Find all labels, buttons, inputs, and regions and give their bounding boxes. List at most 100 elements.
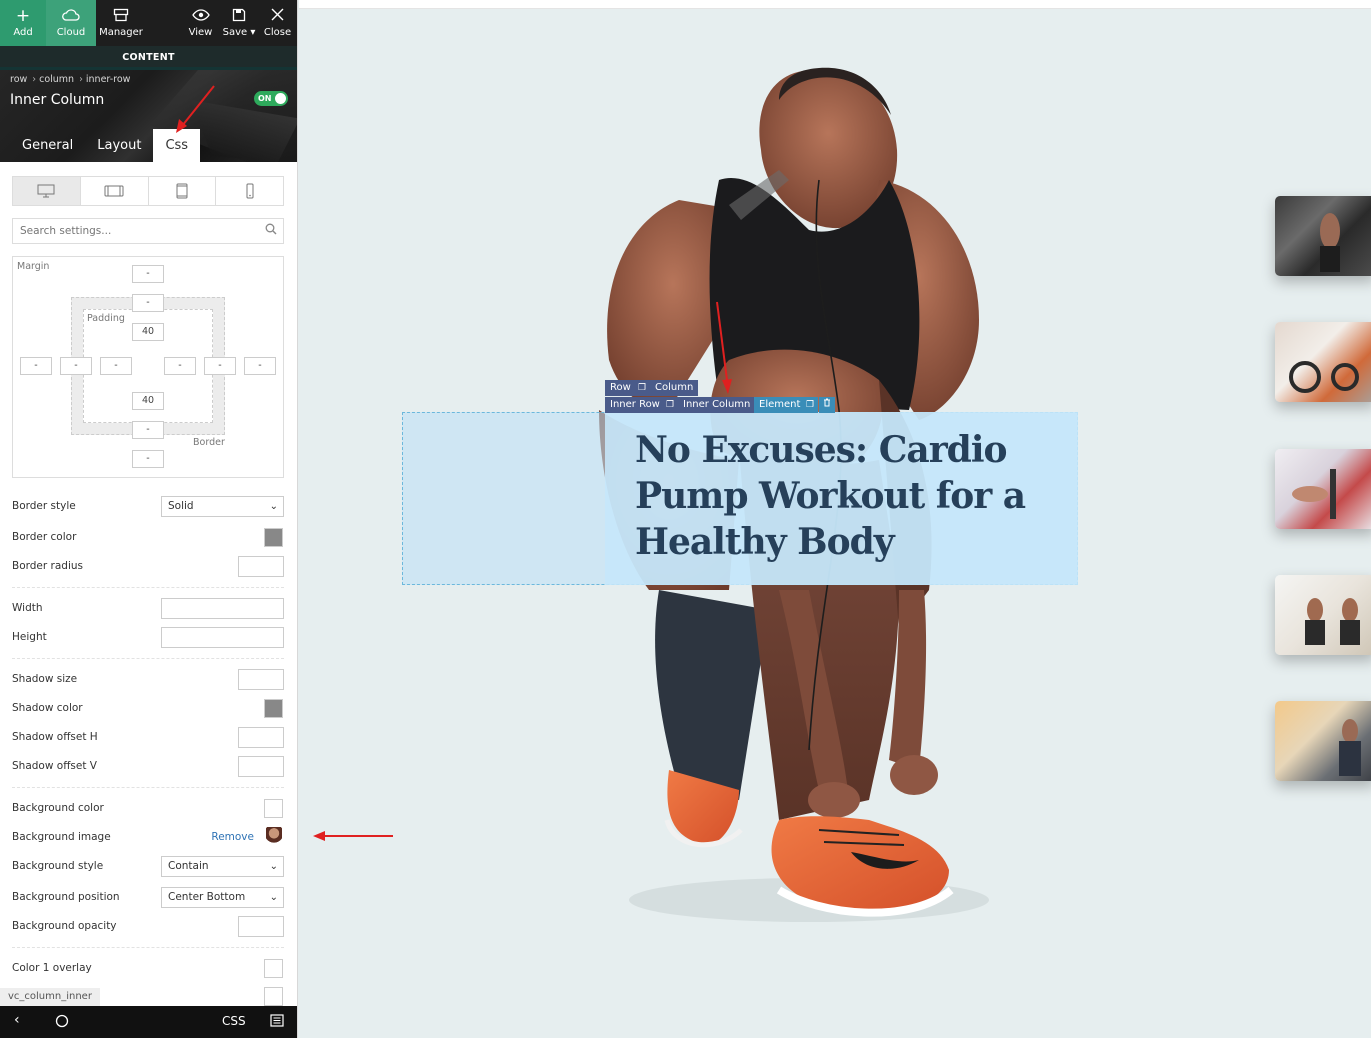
padding-label: Padding: [87, 313, 125, 324]
shadow-offset-h-input[interactable]: [238, 727, 284, 748]
border-style-label: Border style: [12, 500, 76, 512]
inner-row-control[interactable]: Inner Row: [605, 397, 665, 413]
copy-icon[interactable]: ❐: [662, 397, 678, 413]
background-image-label: Background image: [12, 831, 111, 843]
copy-icon[interactable]: ❐: [634, 380, 650, 396]
copy-icon[interactable]: ❐: [802, 397, 818, 413]
padding-right-input[interactable]: -: [164, 357, 196, 375]
tab-general[interactable]: General: [10, 129, 85, 162]
template-thumbnail-4[interactable]: [1275, 575, 1371, 655]
cloud-button[interactable]: Cloud: [46, 0, 96, 46]
remove-background-image-link[interactable]: Remove: [211, 831, 254, 843]
search-input[interactable]: [13, 219, 253, 243]
padding-top-input[interactable]: 40: [132, 323, 164, 341]
eye-icon: [191, 8, 210, 27]
template-thumbnail-5[interactable]: [1275, 701, 1371, 781]
shadow-color-label: Shadow color: [12, 702, 83, 714]
margin-top-input[interactable]: -: [132, 265, 164, 283]
border-top-input[interactable]: -: [132, 294, 164, 312]
template-thumbnail-2[interactable]: [1275, 322, 1371, 402]
border-style-select[interactable]: Solid ⌄: [161, 496, 284, 517]
desktop-device-button[interactable]: [13, 177, 81, 205]
tab-css[interactable]: Css: [153, 129, 201, 162]
add-label: Add: [13, 27, 33, 38]
divider: [12, 587, 284, 588]
color1-overlay-swatch[interactable]: [264, 959, 283, 978]
background-opacity-label: Background opacity: [12, 920, 117, 932]
css-settings: Margin Padding Border - - 40 - - - - - -…: [0, 162, 297, 1006]
element-class-tag: vc_column_inner: [0, 988, 100, 1006]
page-canvas: No Excuses: Cardio Pump Workout for a He…: [299, 0, 1371, 1038]
tablet-landscape-device-button[interactable]: [81, 177, 149, 205]
tab-layout[interactable]: Layout: [85, 129, 153, 162]
template-thumbnail-3[interactable]: [1275, 449, 1371, 529]
shadow-color-row: Shadow color: [12, 698, 284, 720]
trash-icon[interactable]: [819, 397, 835, 413]
close-label: Close: [263, 27, 292, 38]
padding-left-input[interactable]: -: [100, 357, 132, 375]
bottom-bar: ‹ CSS: [0, 1006, 297, 1038]
hero-heading[interactable]: No Excuses: Cardio Pump Workout for a He…: [635, 427, 1055, 565]
breadcrumb-row[interactable]: row: [10, 74, 27, 85]
tablet-portrait-device-button[interactable]: [149, 177, 217, 205]
css-button[interactable]: CSS: [222, 1014, 246, 1028]
background-color-swatch[interactable]: [264, 799, 283, 818]
chevron-down-icon: ⌄: [269, 861, 278, 872]
background-style-label: Background style: [12, 860, 104, 872]
breadcrumb-inner-row[interactable]: inner-row: [86, 74, 131, 85]
list-icon[interactable]: [270, 1014, 284, 1031]
width-input[interactable]: [161, 598, 284, 619]
border-color-swatch[interactable]: [264, 528, 283, 547]
margin-left-input[interactable]: -: [20, 357, 52, 375]
border-radius-row: Border radius: [12, 556, 284, 578]
divider: [12, 947, 284, 948]
manager-button[interactable]: Manager: [96, 0, 146, 46]
inner-column-control[interactable]: Inner Column: [678, 397, 756, 413]
element-control[interactable]: Element: [754, 397, 806, 413]
border-color-label: Border color: [12, 531, 77, 543]
row-control[interactable]: Row: [605, 380, 636, 396]
top-toolbar: + Add Cloud Manager View Save ▾ Close: [0, 0, 297, 46]
search-icon[interactable]: [265, 223, 277, 238]
margin-bottom-input[interactable]: -: [132, 450, 164, 468]
background-style-select[interactable]: Contain ⌄: [161, 856, 284, 877]
background-position-select[interactable]: Center Bottom ⌄: [161, 887, 284, 908]
save-label: Save ▾: [222, 27, 256, 38]
padding-bottom-input[interactable]: 40: [132, 392, 164, 410]
shadow-offset-v-row: Shadow offset V: [12, 756, 284, 778]
background-image-row: Background image Remove: [12, 827, 284, 849]
manager-icon: [113, 8, 129, 27]
shadow-offset-v-input[interactable]: [238, 756, 284, 777]
border-right-input[interactable]: -: [204, 357, 236, 375]
color2-overlay-swatch[interactable]: [264, 987, 283, 1006]
circle-icon[interactable]: [55, 1014, 69, 1032]
background-opacity-input[interactable]: [238, 916, 284, 937]
view-button[interactable]: View: [181, 0, 220, 46]
margin-right-input[interactable]: -: [244, 357, 276, 375]
save-button[interactable]: Save ▾: [220, 0, 258, 46]
template-thumbnail-1[interactable]: [1275, 196, 1371, 276]
element-toggle[interactable]: ON: [254, 91, 288, 106]
border-color-row: Border color: [12, 527, 284, 549]
background-image-thumbnail[interactable]: [266, 827, 282, 848]
mobile-device-button[interactable]: [216, 177, 283, 205]
annotation-arrow-icon: [313, 831, 393, 841]
breadcrumb-column[interactable]: column: [39, 74, 74, 85]
border-style-row: Border style Solid ⌄: [12, 496, 284, 518]
editor-panel: + Add Cloud Manager View Save ▾ Close CO…: [0, 0, 298, 1038]
border-radius-input[interactable]: [238, 556, 284, 577]
add-button[interactable]: + Add: [0, 0, 46, 46]
background-color-label: Background color: [12, 802, 104, 814]
shadow-color-swatch[interactable]: [264, 699, 283, 718]
column-control[interactable]: Column: [650, 380, 699, 396]
desktop-icon: [37, 184, 55, 198]
close-button[interactable]: Close: [258, 0, 297, 46]
height-input[interactable]: [161, 627, 284, 648]
border-left-input[interactable]: -: [60, 357, 92, 375]
shadow-size-input[interactable]: [238, 669, 284, 690]
shadow-size-row: Shadow size: [12, 669, 284, 691]
border-bottom-input[interactable]: -: [132, 421, 164, 439]
back-icon[interactable]: ‹: [14, 1012, 20, 1028]
chevron-right-icon: ›: [32, 74, 37, 85]
background-style-row: Background style Contain ⌄: [12, 856, 284, 878]
